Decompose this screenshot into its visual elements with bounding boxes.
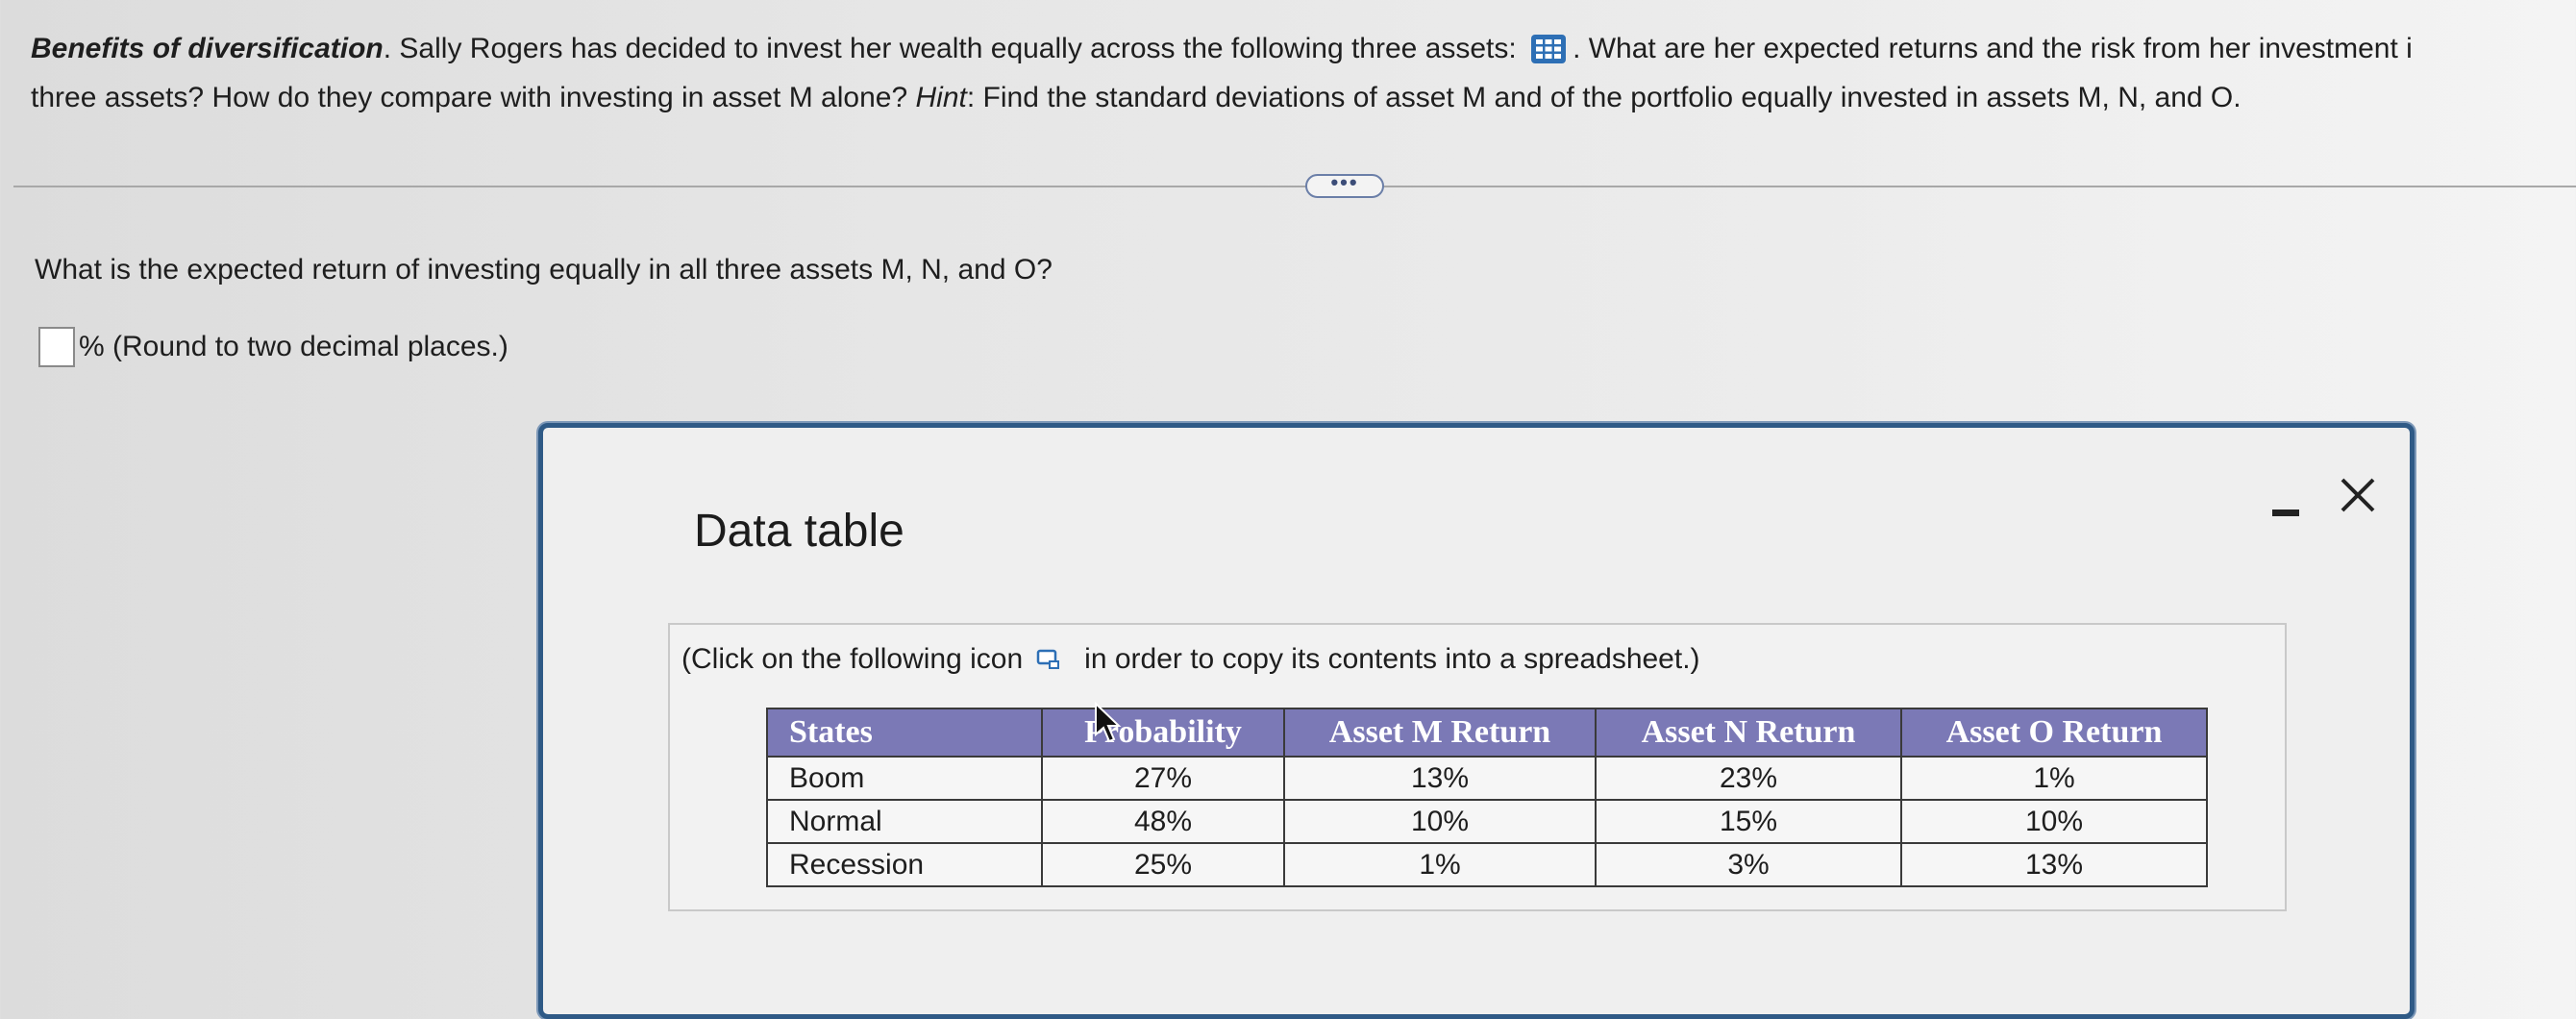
data-table-modal: Data table (Click on the following icon … [538, 423, 2415, 1019]
hint-label: Hint [915, 82, 967, 113]
question-title: Benefits of diversification [31, 33, 384, 64]
table-cell: 1% [1900, 756, 2208, 801]
copy-note-before: (Click on the following icon [681, 643, 1024, 675]
table-cell: 13% [1900, 842, 2208, 887]
table-cell: Boom [766, 756, 1043, 801]
table-cell: 10% [1900, 799, 2208, 844]
more-button[interactable]: ••• [1305, 172, 1384, 198]
question-line2-text: three assets? How do they compare with i… [31, 82, 908, 113]
copy-note-after: in order to copy its contents into a spr… [1084, 643, 1700, 675]
table-cell: 13% [1283, 756, 1597, 801]
table-row: Boom 27% 13% 23% 1% [766, 756, 2208, 801]
header-asset-o-return: Asset O Return [1900, 708, 2208, 758]
data-grid-icon[interactable] [1530, 34, 1567, 64]
header-asset-n-return: Asset N Return [1595, 708, 1902, 758]
table-cell: 3% [1595, 842, 1902, 887]
modal-title: Data table [694, 506, 904, 557]
minimize-icon[interactable] [2268, 485, 2307, 524]
header-probability: Probability [1041, 708, 1285, 758]
copy-instructions: (Click on the following icon in order to… [681, 642, 1700, 677]
data-table-panel: (Click on the following icon in order to… [668, 623, 2287, 911]
table-header-row: States Probability Asset M Return Asset … [766, 708, 2208, 758]
table-cell: 23% [1595, 756, 1902, 801]
question-line-2: three assets? How do they compare with i… [31, 81, 2242, 115]
table-cell: Normal [766, 799, 1043, 844]
answer-row: % (Round to two decimal places.) [38, 327, 508, 367]
data-table: States Probability Asset M Return Asset … [766, 708, 2208, 887]
table-row: Normal 48% 10% 15% 10% [766, 799, 2208, 844]
question-intro-text: . Sally Rogers has decided to invest her… [383, 33, 1517, 64]
header-asset-m-return: Asset M Return [1283, 708, 1597, 758]
header-states: States [766, 708, 1043, 758]
table-row: Recession 25% 1% 3% 13% [766, 842, 2208, 887]
table-cell: 48% [1041, 799, 1285, 844]
answer-input[interactable] [38, 327, 75, 367]
copy-icon[interactable] [1032, 645, 1065, 674]
close-icon[interactable] [2337, 474, 2379, 516]
table-cell: 10% [1283, 799, 1597, 844]
hint-text: : Find the standard deviations of asset … [966, 82, 2242, 113]
section-divider [13, 186, 2576, 187]
table-cell: Recession [766, 842, 1043, 887]
question-intro-text-2: . What are her expected returns and the … [1573, 33, 2413, 64]
answer-unit-hint: % (Round to two decimal places.) [79, 331, 508, 362]
table-cell: 27% [1041, 756, 1285, 801]
table-cell: 1% [1283, 842, 1597, 887]
mouse-cursor-icon [1094, 701, 1123, 744]
table-cell: 25% [1041, 842, 1285, 887]
question-line-1: Benefits of diversification. Sally Roger… [31, 32, 2413, 66]
sub-question-text: What is the expected return of investing… [35, 254, 1053, 286]
table-cell: 15% [1595, 799, 1902, 844]
